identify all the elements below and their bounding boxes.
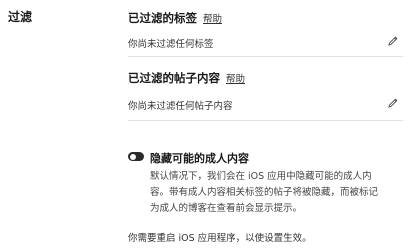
description-line: 为成人的博客在查看前会显示提示。: [150, 203, 303, 214]
filtered-posts-row: 你尚未过滤任何帖子内容: [128, 95, 403, 117]
filtered-tags-help-link[interactable]: 帮助: [203, 14, 222, 25]
hide-adult-content-label: 隐藏可能的成人内容: [150, 152, 249, 165]
pencil-icon: [388, 36, 398, 46]
hide-adult-content-toggle[interactable]: [128, 152, 144, 161]
filtered-posts-edit-button[interactable]: [385, 95, 401, 111]
filtered-posts-title: 已过滤的帖子内容: [128, 71, 220, 85]
filtered-tags-row: 你尚未过滤任何标签: [128, 33, 403, 55]
filtered-tags-value: 你尚未过滤任何标签: [128, 39, 214, 50]
filtered-tags-edit-button[interactable]: [385, 33, 401, 49]
toggle-knob: [129, 153, 136, 160]
filtered-posts-heading: 已过滤的帖子内容 帮助: [128, 70, 245, 86]
divider: [128, 56, 403, 57]
hide-adult-content-description: 默认情况下，我们会在 iOS 应用中隐藏可能的成人内 容。带有成人内容相关标签的…: [150, 169, 400, 217]
filtered-tags-heading: 已过滤的标签 帮助: [128, 10, 222, 26]
filtered-tags-title: 已过滤的标签: [128, 11, 197, 25]
description-line: 默认情况下，我们会在 iOS 应用中隐藏可能的成人内: [150, 171, 372, 182]
filtered-posts-value: 你尚未过滤任何帖子内容: [128, 101, 233, 112]
description-line: 容。带有成人内容相关标签的帖子将被隐藏，而被标记: [150, 187, 379, 198]
section-title: 过滤: [8, 10, 33, 24]
pencil-icon: [388, 98, 398, 108]
hide-adult-content-setting: 隐藏可能的成人内容: [128, 150, 403, 166]
restart-notice: 你需要重启 iOS 应用程序，以使设置生效。: [128, 233, 312, 244]
divider: [128, 120, 403, 121]
filtered-posts-help-link[interactable]: 帮助: [226, 74, 245, 85]
